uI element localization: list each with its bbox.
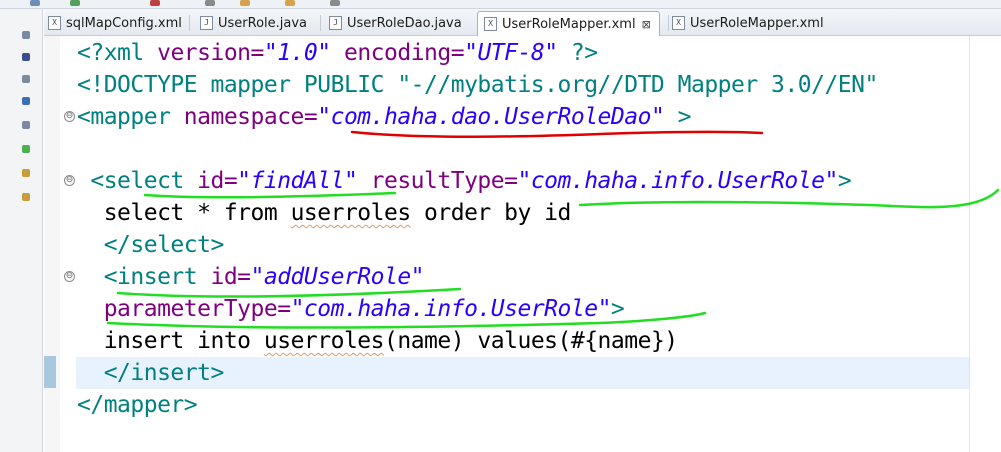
tag-close: > bbox=[664, 104, 692, 130]
search-view-icon[interactable] bbox=[22, 121, 30, 129]
overview-ruler[interactable] bbox=[969, 36, 1001, 452]
toolbar-folder-icon[interactable] bbox=[240, 0, 250, 6]
code-line-10: insert into userroles(name) values(#{nam… bbox=[77, 325, 678, 357]
tab-label: UserRoleMapper.xml bbox=[502, 16, 636, 32]
attr-id: id= bbox=[197, 264, 251, 290]
fold-toggle-icon[interactable]: ⊖ bbox=[64, 111, 75, 122]
servers-icon[interactable] bbox=[22, 145, 30, 153]
code-line-3: <mapper namespace="com.haha.dao.UserRole… bbox=[77, 101, 691, 133]
value-id-adduserrole: "addUserRole" bbox=[250, 264, 425, 290]
select-open-tag: <select bbox=[77, 168, 184, 194]
left-trim-strip bbox=[0, 9, 43, 452]
code-line-5: <select id="findAll" resultType="com.hah… bbox=[77, 165, 851, 197]
attr-namespace: namespace= bbox=[170, 104, 318, 130]
value-encoding: "UTF-8" bbox=[464, 40, 558, 66]
attr-parametertype: parameterType= bbox=[103, 296, 291, 322]
mapper-open-tag: <mapper bbox=[77, 104, 171, 130]
fold-toggle-icon[interactable]: ⊖ bbox=[64, 271, 75, 282]
sql-table-name: userroles bbox=[263, 328, 385, 354]
value-version: "1.0" bbox=[263, 40, 331, 66]
tab-userrolemapper-xml-active[interactable]: X UserRoleMapper.xml ⊠ bbox=[477, 11, 660, 36]
toolbar-run-icon[interactable] bbox=[70, 0, 80, 6]
tab-label: sqlMapConfig.xml bbox=[66, 15, 182, 31]
toolbar-nav-icon[interactable] bbox=[330, 0, 340, 6]
code-line-11-insert-close: </insert> bbox=[77, 360, 225, 386]
toolbar-back-icon[interactable] bbox=[30, 0, 40, 6]
value-id-findall: "findAll" bbox=[237, 168, 358, 194]
folding-column bbox=[60, 36, 76, 452]
sql-table-name: userroles bbox=[290, 200, 412, 226]
attr-resulttype: resultType= bbox=[357, 168, 518, 194]
xml-file-icon: X bbox=[48, 16, 61, 30]
code-line-7-select-close: </select> bbox=[77, 232, 225, 258]
tab-userrole-java[interactable]: J UserRole.java bbox=[200, 11, 307, 35]
tag-close: > bbox=[610, 296, 625, 322]
tab-divider bbox=[320, 15, 321, 31]
package-explorer-icon[interactable] bbox=[22, 31, 30, 39]
outline-icon[interactable] bbox=[22, 53, 30, 61]
value-namespace: "com.haha.dao.UserRoleDao" bbox=[317, 104, 665, 130]
current-line-ruler-marker bbox=[44, 356, 56, 388]
attr-version: version= bbox=[143, 40, 264, 66]
xml-declaration-open: <?xml bbox=[77, 40, 144, 66]
xml-declaration-close: ?> bbox=[557, 40, 598, 66]
tab-divider bbox=[668, 15, 669, 31]
code-line-12-mapper-close: </mapper> bbox=[77, 392, 198, 418]
code-line-6: select * from userroles order by id bbox=[77, 197, 572, 229]
tab-userroledao-java[interactable]: J UserRoleDao.java bbox=[329, 11, 462, 35]
close-tab-icon[interactable]: ⊠ bbox=[642, 18, 651, 31]
code-line-2-doctype: <!DOCTYPE mapper PUBLIC "-//mybatis.org/… bbox=[77, 72, 878, 98]
hierarchy-icon[interactable] bbox=[22, 75, 30, 83]
sql-text: order by id bbox=[410, 200, 571, 226]
value-parametertype: "com.haha.info.UserRole" bbox=[290, 296, 612, 322]
tab-label: UserRole.java bbox=[218, 15, 308, 31]
tag-close: > bbox=[837, 168, 852, 194]
insert-open-tag: <insert bbox=[77, 264, 198, 290]
tab-label: UserRoleDao.java bbox=[347, 15, 462, 31]
attr-id: id= bbox=[183, 168, 238, 194]
sql-text: (name) values(#{name}) bbox=[384, 328, 678, 354]
editor-tab-bar: X sqlMapConfig.xml J UserRole.java J Use… bbox=[44, 9, 1001, 36]
problems-icon[interactable] bbox=[22, 193, 30, 201]
sql-text: select * from bbox=[77, 200, 291, 226]
tab-userrolemapper-xml[interactable]: X UserRoleMapper.xml bbox=[672, 11, 824, 35]
java-file-icon: J bbox=[329, 16, 342, 30]
fold-toggle-icon[interactable]: ⊖ bbox=[64, 175, 75, 186]
sql-text: insert into bbox=[77, 328, 264, 354]
tab-divider bbox=[189, 15, 190, 31]
xml-file-icon: X bbox=[484, 17, 497, 31]
toolbar-tool-icon[interactable] bbox=[205, 0, 215, 6]
xml-file-icon: X bbox=[672, 16, 685, 30]
main-toolbar bbox=[0, 0, 1001, 9]
java-file-icon: J bbox=[200, 16, 213, 30]
toolbar-stop-icon[interactable] bbox=[150, 0, 160, 6]
tab-label: UserRoleMapper.xml bbox=[690, 15, 824, 31]
value-resulttype: "com.haha.info.UserRole" bbox=[517, 168, 838, 194]
code-line-1: <?xml version="1.0" encoding="UTF-8" ?> bbox=[77, 37, 598, 69]
tab-sqlmapconfig-xml[interactable]: X sqlMapConfig.xml bbox=[48, 11, 182, 35]
console-icon[interactable] bbox=[22, 169, 30, 177]
toolbar-open-icon[interactable] bbox=[285, 0, 295, 6]
code-line-8: <insert id="addUserRole" bbox=[77, 261, 425, 293]
task-list-icon[interactable] bbox=[22, 97, 30, 105]
attr-encoding: encoding= bbox=[330, 40, 465, 66]
code-line-9: parameterType="com.haha.info.UserRole"> bbox=[77, 293, 625, 325]
vertical-ruler bbox=[44, 36, 60, 452]
